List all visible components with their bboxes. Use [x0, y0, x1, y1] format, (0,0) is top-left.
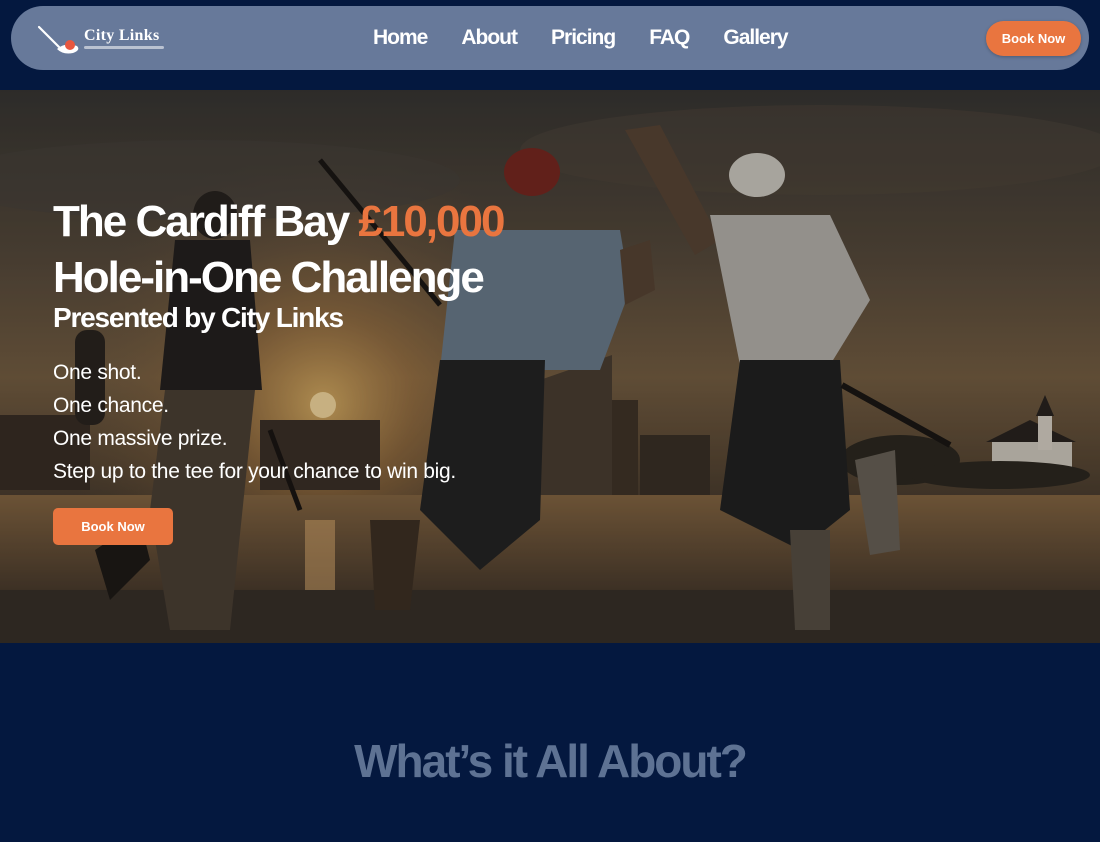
nav-link-faq[interactable]: FAQ — [649, 26, 690, 50]
about-section-title: What’s it All About? — [354, 735, 748, 787]
site-logo[interactable]: City Links — [37, 22, 187, 58]
top-navbar: City Links Home About Pricing FAQ Galler… — [11, 6, 1089, 70]
nav-link-pricing[interactable]: Pricing — [551, 26, 616, 50]
hero-line: One massive prize. — [53, 427, 228, 450]
hero-line: One chance. — [53, 394, 169, 417]
nav-book-now-button[interactable]: Book Now — [986, 21, 1081, 56]
logo-tagline — [84, 46, 164, 49]
hero-title-part1: The Cardiff Bay — [53, 197, 359, 246]
hero-title-prize: £10,000 — [358, 197, 505, 246]
hero-subtitle: Presented by City Links — [53, 302, 344, 333]
hero-title: The Cardiff Bay £10,000 Hole-in-One Chal… — [53, 194, 653, 306]
nav-link-home[interactable]: Home — [373, 26, 428, 50]
hero-content: The Cardiff Bay £10,000 Hole-in-One Chal… — [53, 194, 653, 545]
hero-tagline: One shot. One chance. One massive prize.… — [53, 356, 653, 488]
logo-text: City Links — [84, 27, 160, 44]
hero-title-line2: Hole-in-One Challenge — [53, 253, 485, 302]
hero-book-now-button[interactable]: Book Now — [53, 508, 173, 545]
nav-link-gallery[interactable]: Gallery — [723, 26, 788, 50]
golf-club-ball-icon — [37, 25, 79, 54]
hero-line: One shot. — [53, 361, 142, 384]
hero-section: The Cardiff Bay £10,000 Hole-in-One Chal… — [0, 90, 1100, 643]
hero-line: Step up to the tee for your chance to wi… — [53, 460, 456, 483]
nav-link-about[interactable]: About — [461, 26, 518, 50]
main-menu: Home About Pricing FAQ Gallery — [373, 6, 822, 70]
